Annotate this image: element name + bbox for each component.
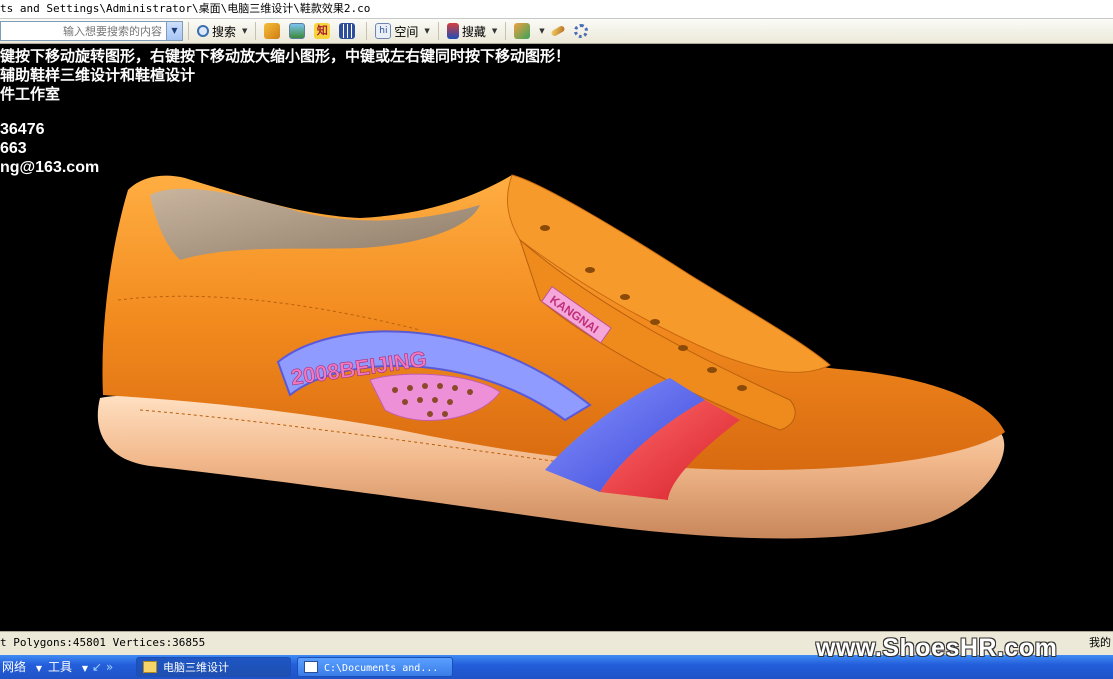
tool-button-2[interactable] (286, 20, 311, 42)
toolbar-separator (505, 22, 507, 40)
taskbar-task-explorer-label: C:\Documents and... (324, 663, 439, 674)
toolbar-app-icon (264, 23, 281, 39)
knowledge-icon: 知 (314, 23, 331, 39)
search-box[interactable]: ▼ (0, 21, 183, 41)
window-icon (304, 661, 318, 673)
toolbar-separator (437, 22, 439, 40)
3d-viewport[interactable]: 键按下移动旋转图形，右键按下移动放大缩小图形，中键或左右键同时按下移动图形！ 辅… (0, 44, 1113, 631)
tool-button-3[interactable]: 知 (311, 20, 336, 42)
toolbar-separator (188, 22, 189, 40)
space-button[interactable]: hi 空间 ▼ (372, 20, 432, 42)
status-bar-right-label: 我的 (1089, 636, 1111, 649)
space-icon: hi (375, 23, 392, 39)
bookmark-button[interactable]: 搜藏 ▼ (444, 20, 500, 42)
calendar-icon (339, 23, 356, 39)
image-icon (289, 23, 306, 39)
chevron-down-icon: ▼ (35, 664, 42, 673)
chevron-down-icon[interactable]: ▼ (539, 27, 544, 35)
search-button-label: 搜索 (212, 24, 237, 39)
taskbar-task-folder-label: 电脑三维设计 (163, 661, 229, 674)
translate-icon (514, 23, 531, 39)
chevron-down-icon: ▼ (81, 664, 88, 673)
highlight-button[interactable] (548, 20, 571, 42)
tool-button-4[interactable] (336, 20, 361, 42)
folder-icon (143, 661, 157, 673)
polygon-stats: t Polygons:45801 Vertices:36855 (0, 636, 206, 649)
search-input[interactable] (1, 22, 166, 40)
bookmark-button-label: 搜藏 (461, 24, 486, 39)
space-button-label: 空间 (394, 24, 419, 39)
settings-button[interactable] (571, 20, 594, 42)
search-icon (197, 25, 209, 37)
chevron-down-icon[interactable]: ▼ (492, 27, 497, 35)
chevron-down-icon[interactable]: ▼ (424, 27, 429, 35)
search-button[interactable]: 搜索 ▼ (194, 20, 250, 42)
taskbar-task-folder[interactable]: 电脑三维设计 (136, 657, 291, 677)
tool-button-1[interactable] (261, 20, 286, 42)
toolbar-separator (255, 22, 257, 40)
translate-button[interactable]: ▼ (511, 20, 547, 42)
bookmark-icon (446, 23, 459, 39)
gear-icon (573, 24, 588, 38)
toolbar: ▼ 搜索 ▼ 知 hi 空间 ▼ 搜藏 ▼ ▼ (0, 19, 1113, 44)
toolbar-separator (366, 22, 368, 40)
quicklaunch-icon[interactable]: ↙ » (92, 657, 113, 677)
taskbar-tools[interactable]: 工具 ▼ (48, 657, 88, 677)
window-path-title: ts and Settings\Administrator\桌面\电脑三维设计\… (0, 0, 1113, 19)
taskbar-network-label: 网络 (2, 660, 27, 674)
pencil-icon (550, 24, 566, 38)
chevron-down-icon[interactable]: ▼ (242, 27, 247, 35)
taskbar-tools-label: 工具 (48, 660, 73, 674)
taskbar-network[interactable]: 网络 ▼ (2, 657, 42, 677)
search-dropdown-icon[interactable]: ▼ (166, 22, 182, 40)
shoe-3d-model[interactable]: 2008BEIJING KANGNAI (0, 44, 1113, 631)
watermark-logo: www.ShoesHR.com (816, 634, 1058, 662)
taskbar-task-explorer[interactable]: C:\Documents and... (297, 657, 453, 677)
